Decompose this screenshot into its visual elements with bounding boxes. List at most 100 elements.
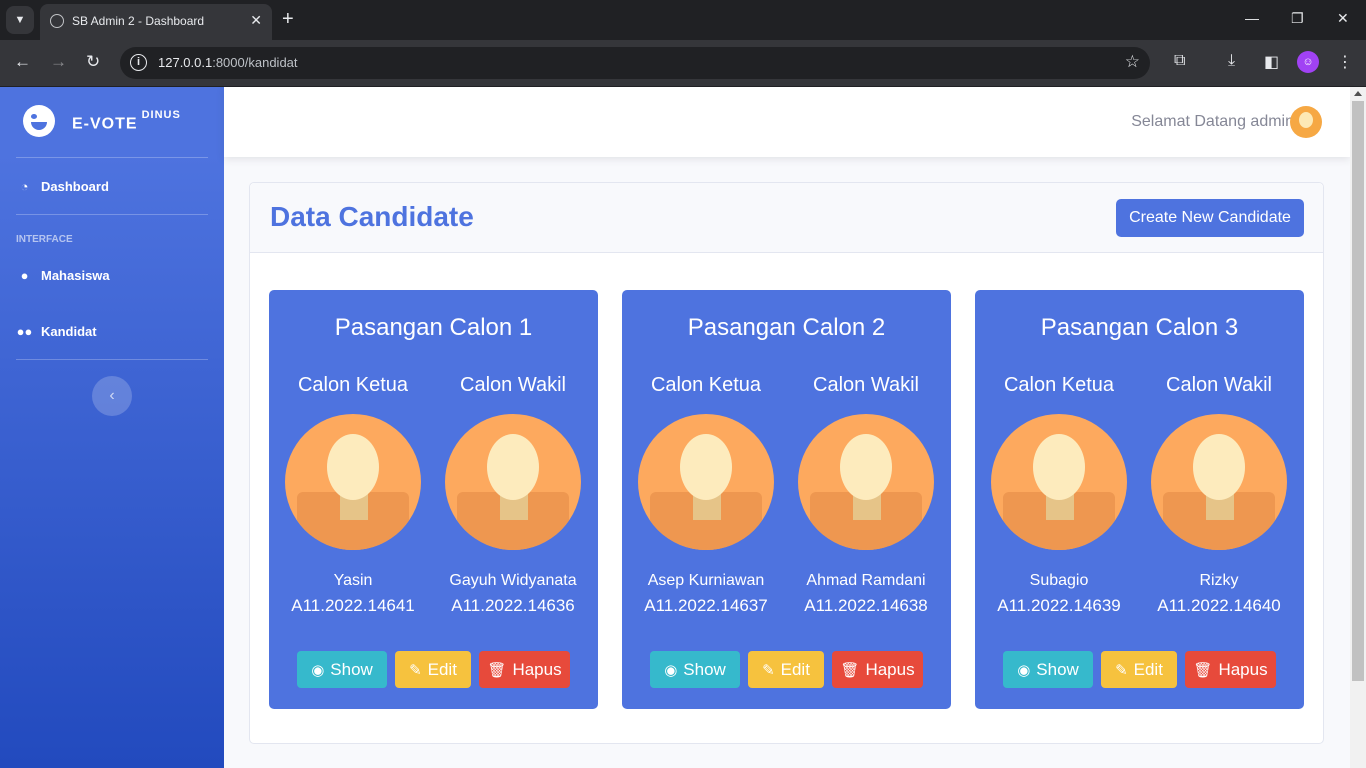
download-icon[interactable]: ⤓ bbox=[1228, 52, 1235, 70]
eye-icon: ◉ bbox=[311, 661, 325, 679]
button-label: Show bbox=[683, 659, 726, 679]
wakil-column: Calon Wakil Rizky A11.2022.14640 bbox=[1139, 374, 1299, 616]
trash-icon: 🗑 bbox=[1193, 661, 1213, 679]
candidate-name: Rizky bbox=[1199, 572, 1239, 589]
sidebar-toggle-button[interactable]: ‹ bbox=[92, 376, 132, 416]
user-icon: ● bbox=[20, 268, 29, 283]
sidebar-item-label: Kandidat bbox=[41, 324, 97, 339]
scrollbar-thumb[interactable] bbox=[1352, 101, 1364, 681]
create-candidate-button[interactable]: Create New Candidate bbox=[1116, 199, 1304, 237]
chevron-left-icon: ‹ bbox=[109, 387, 115, 404]
candidate-name: Asep Kurniawan bbox=[647, 572, 765, 589]
role-label: Calon Ketua bbox=[650, 374, 762, 396]
role-label: Calon Wakil bbox=[1166, 374, 1272, 396]
minimize-button[interactable]: — bbox=[1245, 10, 1259, 26]
browser-tabbar: ▼ SB Admin 2 - Dashboard ✕ + — ❐ ✕ bbox=[0, 0, 1366, 40]
close-window-button[interactable]: ✕ bbox=[1337, 10, 1349, 27]
avatar-placeholder bbox=[445, 414, 581, 550]
button-label: Edit bbox=[780, 659, 810, 679]
candidate-name: Ahmad Ramdani bbox=[806, 572, 926, 589]
candidate-nim: A11.2022.14637 bbox=[644, 596, 768, 615]
brand-text: E-VOTEDINUS bbox=[72, 109, 181, 133]
trash-icon: 🗑 bbox=[487, 661, 507, 679]
users-icon: ●● bbox=[16, 324, 33, 339]
role-label: Calon Ketua bbox=[297, 374, 409, 396]
url-text: 127.0.0.1:8000/kandidat bbox=[158, 55, 298, 70]
sidebar-item-dashboard[interactable]: ◔ Dashboard bbox=[16, 179, 109, 194]
sidebar-divider bbox=[16, 157, 208, 158]
role-label: Calon Wakil bbox=[460, 374, 566, 396]
avatar-placeholder bbox=[1151, 414, 1287, 550]
menu-icon[interactable]: ⋮ bbox=[1337, 52, 1353, 72]
browser-toolbar: ← → ↻ i 127.0.0.1:8000/kandidat ☆ ⧉ ⤓ ◧ … bbox=[0, 40, 1366, 86]
delete-button[interactable]: 🗑 Hapus bbox=[832, 651, 923, 688]
sidebar-item-kandidat[interactable]: ●● Kandidat bbox=[16, 324, 97, 339]
reload-button[interactable]: ↻ bbox=[86, 52, 100, 72]
sidebar-item-label: Dashboard bbox=[41, 179, 109, 194]
candidate-card: Data Candidate Create New Candidate Pasa… bbox=[249, 182, 1324, 744]
page-scrollbar[interactable] bbox=[1350, 87, 1366, 768]
tab-title: SB Admin 2 - Dashboard bbox=[72, 14, 205, 28]
ketua-column: Calon Ketua Subagio A11.2022.14639 bbox=[979, 374, 1139, 616]
sidebar: E-VOTEDINUS ◔ Dashboard INTERFACE ● Maha… bbox=[0, 87, 224, 768]
delete-button[interactable]: 🗑 Hapus bbox=[1185, 651, 1276, 688]
pair-title: Pasangan Calon 1 bbox=[334, 314, 533, 341]
user-avatar[interactable] bbox=[1290, 106, 1322, 138]
edit-icon: ✎ bbox=[762, 661, 775, 679]
profile-avatar[interactable]: ☺ bbox=[1297, 51, 1319, 73]
edit-icon: ✎ bbox=[409, 661, 422, 679]
tachometer-icon: ◔ bbox=[20, 179, 29, 194]
address-bar[interactable]: i 127.0.0.1:8000/kandidat ☆ bbox=[120, 47, 1150, 79]
action-buttons: ◉ Show ✎ Edit 🗑 Hapus bbox=[622, 651, 951, 688]
page-title: Data Candidate bbox=[270, 201, 474, 232]
restore-button[interactable]: ❐ bbox=[1291, 10, 1304, 27]
sidebar-item-label: Mahasiswa bbox=[41, 268, 110, 283]
button-label: Edit bbox=[1133, 659, 1163, 679]
site-info-icon[interactable]: i bbox=[130, 54, 147, 71]
button-label: Edit bbox=[427, 659, 457, 679]
wakil-column: Calon Wakil Gayuh Widyanata A11.2022.146… bbox=[433, 374, 593, 616]
topbar: Selamat Datang admin bbox=[224, 87, 1350, 157]
delete-button[interactable]: 🗑 Hapus bbox=[479, 651, 570, 688]
sidebar-item-mahasiswa[interactable]: ● Mahasiswa bbox=[16, 268, 110, 283]
show-button[interactable]: ◉ Show bbox=[1003, 651, 1093, 688]
edit-button[interactable]: ✎ Edit bbox=[1101, 651, 1177, 688]
welcome-text[interactable]: Selamat Datang admin bbox=[1131, 113, 1294, 131]
extensions-icon[interactable]: ⧉ bbox=[1174, 52, 1185, 70]
sidebar-divider bbox=[16, 359, 208, 360]
side-panel-icon[interactable]: ◧ bbox=[1264, 52, 1279, 72]
candidate-nim: A11.2022.14639 bbox=[997, 596, 1121, 615]
edit-icon: ✎ bbox=[1115, 661, 1128, 679]
edit-button[interactable]: ✎ Edit bbox=[395, 651, 471, 688]
tab-search-button[interactable]: ▼ bbox=[6, 6, 34, 34]
show-button[interactable]: ◉ Show bbox=[297, 651, 387, 688]
edit-button[interactable]: ✎ Edit bbox=[748, 651, 824, 688]
forward-button[interactable]: → bbox=[50, 52, 67, 72]
eye-icon: ◉ bbox=[1017, 661, 1031, 679]
avatar-placeholder bbox=[798, 414, 934, 550]
brand[interactable]: E-VOTEDINUS bbox=[0, 87, 224, 157]
new-tab-button[interactable]: + bbox=[282, 8, 294, 30]
sidebar-heading: INTERFACE bbox=[16, 234, 73, 245]
ketua-column: Calon Ketua Yasin A11.2022.14641 bbox=[273, 374, 433, 616]
bookmark-star-icon[interactable]: ☆ bbox=[1125, 52, 1140, 72]
pair-title: Pasangan Calon 3 bbox=[1040, 314, 1239, 341]
wakil-column: Calon Wakil Ahmad Ramdani A11.2022.14638 bbox=[786, 374, 946, 616]
eye-icon: ◉ bbox=[664, 661, 678, 679]
close-tab-icon[interactable]: ✕ bbox=[250, 12, 262, 29]
button-label: Hapus bbox=[512, 659, 562, 679]
role-label: Calon Wakil bbox=[813, 374, 919, 396]
show-button[interactable]: ◉ Show bbox=[650, 651, 740, 688]
back-button[interactable]: ← bbox=[14, 52, 31, 72]
button-label: Show bbox=[1036, 659, 1079, 679]
sidebar-divider bbox=[16, 214, 208, 215]
candidate-pair-card: Pasangan Calon 2 Calon Ketua Asep Kurnia… bbox=[622, 290, 951, 709]
action-buttons: ◉ Show ✎ Edit 🗑 Hapus bbox=[269, 651, 598, 688]
candidate-nim: A11.2022.14638 bbox=[804, 596, 928, 615]
candidate-nim: A11.2022.14640 bbox=[1157, 596, 1281, 615]
browser-tab[interactable]: SB Admin 2 - Dashboard ✕ bbox=[40, 4, 272, 40]
scroll-up-arrow-icon[interactable] bbox=[1354, 91, 1362, 96]
button-label: Show bbox=[330, 659, 373, 679]
pair-title: Pasangan Calon 2 bbox=[687, 314, 886, 341]
globe-icon bbox=[50, 14, 64, 28]
